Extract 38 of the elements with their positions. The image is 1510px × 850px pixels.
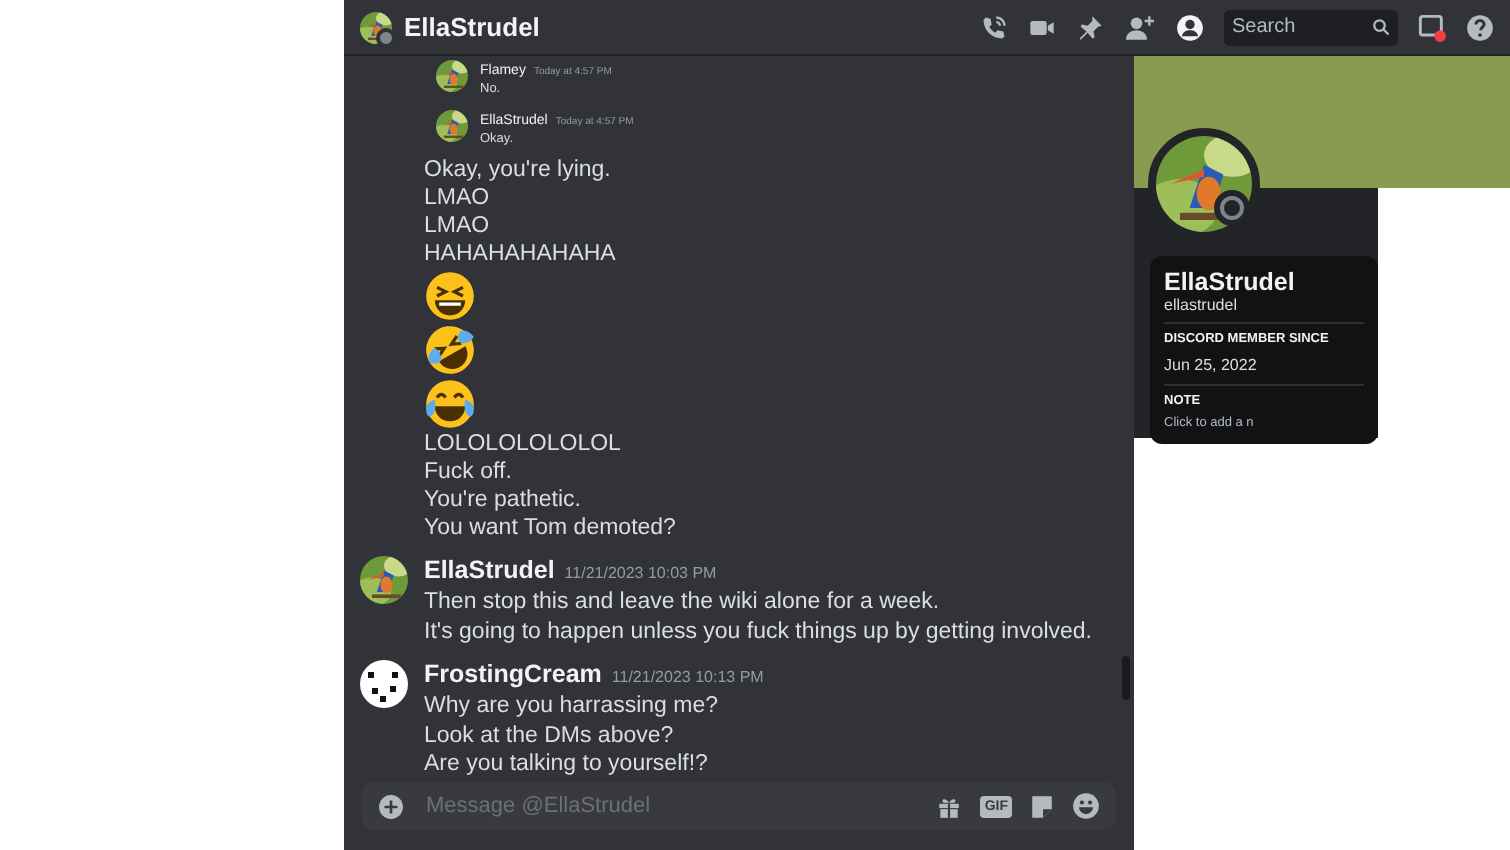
message-text: LMAO <box>424 212 492 240</box>
display-name: EllaStrudel <box>1164 268 1297 296</box>
user-profile-icon[interactable] <box>1176 13 1204 41</box>
message-text: It's going to happen unless you fuck things up by getting involved. <box>424 617 1092 646</box>
message-text: Okay, you're lying. <box>424 156 613 184</box>
pin-icon[interactable] <box>1076 13 1104 41</box>
search-field[interactable]: Search <box>1224 9 1398 45</box>
window-title: EllaStrudel <box>404 12 540 42</box>
member-since-date: Jun 25, 2022 <box>1164 356 1259 374</box>
message-text: Look at the DMs above? <box>424 721 676 750</box>
message-text: Why are you harrassing me? <box>424 692 721 721</box>
status-icon <box>1220 196 1244 220</box>
message-text: Fuck off. <box>424 458 514 486</box>
gift-icon[interactable] <box>936 793 963 819</box>
add-icon[interactable] <box>378 793 404 819</box>
rolling-laughing-face-icon <box>424 323 476 375</box>
message-text: You want Tom demoted? <box>424 514 676 542</box>
message-text: LMAO <box>424 184 492 212</box>
laughing-face-icon <box>424 269 476 321</box>
username: ellastrudel <box>1164 296 1239 314</box>
timestamp: 11/21/2023 10:13 PM <box>611 668 764 686</box>
inbox-icon[interactable] <box>1418 13 1446 41</box>
emoji-icon[interactable] <box>1072 792 1100 820</box>
tears-of-joy-face-icon <box>424 377 476 429</box>
message-text: HAHAHAHAHAHA <box>424 240 618 268</box>
avatar-icon[interactable] <box>360 660 408 708</box>
help-icon[interactable] <box>1466 13 1494 41</box>
timestamp: 11/21/2023 10:03 PM <box>564 564 717 582</box>
username[interactable]: FrostingCream <box>424 660 602 688</box>
message-text: LOLOLOLOLOLOL <box>424 430 623 458</box>
sticker-icon[interactable] <box>1030 793 1054 819</box>
message-text: You're pathetic. <box>424 486 583 514</box>
add-friend-icon[interactable] <box>1124 13 1156 41</box>
call-icon[interactable] <box>980 13 1008 41</box>
message-text: Then stop this and leave the wiki alone for a week. <box>424 588 942 617</box>
message-text: Are you talking to yourself!? <box>424 750 710 779</box>
search-icon <box>1372 18 1390 36</box>
username[interactable]: EllaStrudel <box>424 556 555 584</box>
